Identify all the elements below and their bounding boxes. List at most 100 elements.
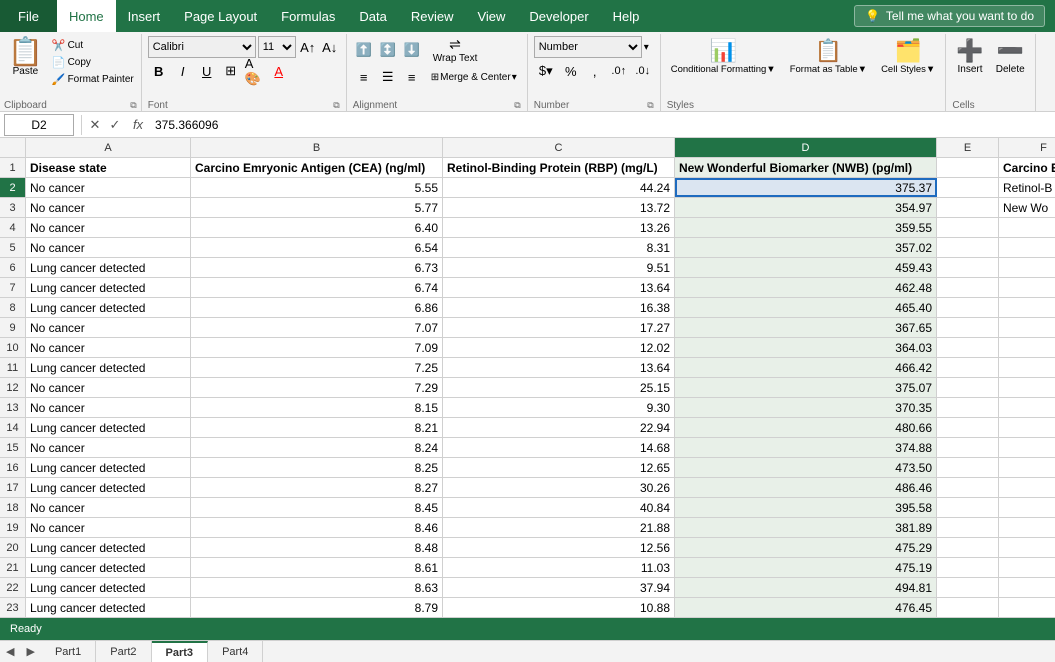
grid-cell[interactable]: 13.64 [443, 278, 675, 297]
grid-cell[interactable]: Retinol-B [999, 178, 1055, 197]
grid-cell[interactable] [937, 298, 999, 317]
grid-cell[interactable]: No cancer [26, 218, 191, 237]
row-number[interactable]: 18 [0, 498, 26, 517]
col-header-F[interactable]: F [999, 138, 1055, 157]
grid-cell[interactable]: 9.51 [443, 258, 675, 277]
grid-cell[interactable]: 375.37 [675, 178, 937, 197]
grid-cell[interactable]: 395.58 [675, 498, 937, 517]
alignment-expand-icon[interactable]: ⧉ [514, 100, 520, 111]
grid-cell[interactable]: 462.48 [675, 278, 937, 297]
increase-decimal-button[interactable]: .0↑ [608, 60, 630, 82]
grid-cell[interactable]: Disease state [26, 158, 191, 177]
grid-cell[interactable]: 8.24 [191, 438, 443, 457]
grid-cell[interactable]: 8.27 [191, 478, 443, 497]
clipboard-expand-icon[interactable]: ⧉ [130, 100, 136, 111]
grid-cell[interactable] [937, 538, 999, 557]
grid-cell[interactable]: Lung cancer detected [26, 298, 191, 317]
confirm-formula-button[interactable]: ✓ [105, 115, 125, 135]
grid-cell[interactable] [937, 218, 999, 237]
grid-cell[interactable]: 375.07 [675, 378, 937, 397]
grid-cell[interactable]: 22.94 [443, 418, 675, 437]
row-number[interactable]: 7 [0, 278, 26, 297]
comma-button[interactable]: , [584, 60, 606, 82]
grid-cell[interactable]: 473.50 [675, 458, 937, 477]
grid-cell[interactable]: 8.45 [191, 498, 443, 517]
grid-cell[interactable]: 7.07 [191, 318, 443, 337]
grid-cell[interactable]: No cancer [26, 238, 191, 257]
row-number[interactable]: 14 [0, 418, 26, 437]
grid-cell[interactable]: 8.61 [191, 558, 443, 577]
grid-cell[interactable]: Lung cancer detected [26, 598, 191, 617]
row-number[interactable]: 11 [0, 358, 26, 377]
grid-cell[interactable]: 16.38 [443, 298, 675, 317]
tab-nav-right[interactable]: ▶ [20, 645, 40, 658]
grid-cell[interactable] [937, 478, 999, 497]
grid-cell[interactable] [937, 338, 999, 357]
grid-cell[interactable]: 25.15 [443, 378, 675, 397]
grid-cell[interactable]: 10.88 [443, 598, 675, 617]
grid-cell[interactable]: 465.40 [675, 298, 937, 317]
row-number[interactable]: 22 [0, 578, 26, 597]
row-number[interactable]: 6 [0, 258, 26, 277]
col-header-B[interactable]: B [191, 138, 443, 157]
font-name-select[interactable]: Calibri [148, 36, 256, 58]
align-bottom-button[interactable]: ⬇️ [401, 39, 423, 61]
grid-cell[interactable]: 475.19 [675, 558, 937, 577]
grid-cell[interactable] [937, 558, 999, 577]
row-number[interactable]: 19 [0, 518, 26, 537]
row-number[interactable]: 21 [0, 558, 26, 577]
grid-cell[interactable] [999, 558, 1055, 577]
row-number[interactable]: 4 [0, 218, 26, 237]
number-format-dropdown-icon[interactable]: ▾ [644, 42, 649, 53]
grid-cell[interactable]: 5.77 [191, 198, 443, 217]
grid-cell[interactable] [999, 518, 1055, 537]
grid-cell[interactable]: 12.56 [443, 538, 675, 557]
grid-cell[interactable] [937, 498, 999, 517]
grid-cell[interactable]: 359.55 [675, 218, 937, 237]
grid-cell[interactable]: 13.26 [443, 218, 675, 237]
grid-cell[interactable] [937, 398, 999, 417]
bold-button[interactable]: B [148, 60, 170, 82]
grid-cell[interactable]: Lung cancer detected [26, 478, 191, 497]
merge-dropdown-icon[interactable]: ▾ [512, 72, 517, 83]
grid-cell[interactable]: New Wonderful Biomarker (NWB) (pg/ml) [675, 158, 937, 177]
row-number[interactable]: 3 [0, 198, 26, 217]
grid-cell[interactable]: No cancer [26, 178, 191, 197]
grid-cell[interactable]: 486.46 [675, 478, 937, 497]
grid-cell[interactable]: 12.65 [443, 458, 675, 477]
col-header-D[interactable]: D [675, 138, 937, 157]
font-expand-icon[interactable]: ⧉ [333, 100, 339, 111]
grid-cell[interactable] [999, 258, 1055, 277]
row-number[interactable]: 8 [0, 298, 26, 317]
grid-cell[interactable]: 8.31 [443, 238, 675, 257]
grid-cell[interactable] [937, 578, 999, 597]
grid-cell[interactable] [999, 278, 1055, 297]
grid-cell[interactable]: Lung cancer detected [26, 418, 191, 437]
col-header-C[interactable]: C [443, 138, 675, 157]
grid-cell[interactable]: 40.84 [443, 498, 675, 517]
cell-styles-button[interactable]: 🗂️ Cell Styles▼ [877, 36, 939, 77]
grid-cell[interactable] [937, 358, 999, 377]
grid-cell[interactable] [999, 478, 1055, 497]
grid-cell[interactable]: 6.54 [191, 238, 443, 257]
grid-cell[interactable]: 6.74 [191, 278, 443, 297]
grid-cell[interactable]: New Wo [999, 198, 1055, 217]
align-top-button[interactable]: ⬆️ [353, 39, 375, 61]
grid-cell[interactable]: Lung cancer detected [26, 538, 191, 557]
menu-data[interactable]: Data [347, 0, 398, 32]
grid-cell[interactable]: No cancer [26, 338, 191, 357]
grid-cell[interactable]: 7.09 [191, 338, 443, 357]
grid-cell[interactable]: 370.35 [675, 398, 937, 417]
grid-cell[interactable] [937, 278, 999, 297]
grid-cell[interactable]: 6.40 [191, 218, 443, 237]
grid-cell[interactable]: Carcino Emryonic Antigen (CEA) (ng/ml) [191, 158, 443, 177]
grid-cell[interactable]: Lung cancer detected [26, 458, 191, 477]
tab-part1[interactable]: Part1 [41, 641, 96, 662]
grid-cell[interactable] [999, 418, 1055, 437]
grid-cell[interactable]: Lung cancer detected [26, 558, 191, 577]
col-header-A[interactable]: A [26, 138, 191, 157]
number-expand-icon[interactable]: ⧉ [647, 100, 653, 111]
tell-me-box[interactable]: 💡 Tell me what you want to do [854, 5, 1045, 27]
formula-input[interactable] [151, 114, 1055, 136]
grid-cell[interactable]: No cancer [26, 438, 191, 457]
